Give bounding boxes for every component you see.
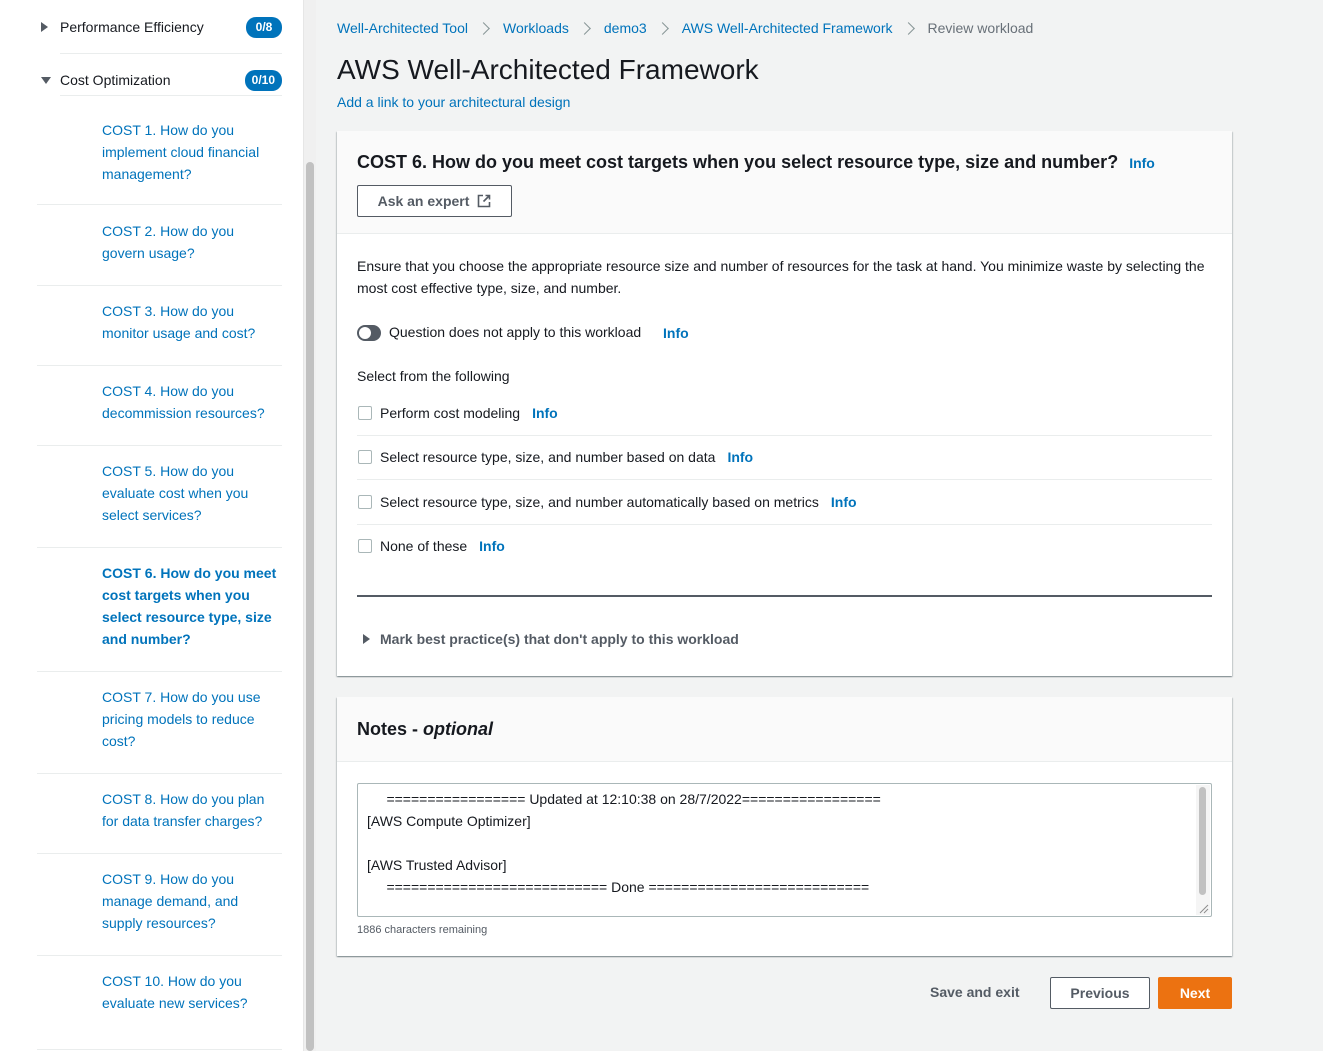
question-link-active[interactable]: COST 6. How do you meet cost targets whe… [102, 562, 278, 650]
choice-label: Perform cost modeling [380, 405, 521, 421]
characters-remaining: 1886 characters remaining [357, 924, 488, 936]
choice-perform-cost-modeling[interactable]: Perform cost modeling Info [357, 391, 1212, 435]
sidebar: Performance Efficiency 0/8 Cost Optimiza… [0, 0, 303, 1051]
chevron-right-icon [578, 21, 591, 35]
info-link[interactable]: Info [479, 538, 505, 554]
choice-none-of-these[interactable]: None of these Info [357, 524, 1212, 568]
question-link[interactable]: COST 1. How do you implement cloud finan… [102, 119, 278, 185]
breadcrumb: Well-Architected Tool Workloads demo3 AW… [337, 17, 1033, 39]
caret-right-icon [363, 634, 370, 644]
checkbox[interactable] [358, 495, 372, 509]
info-link[interactable]: Info [727, 449, 753, 465]
sidebar-question-cost-7: COST 7. How do you use pricing models to… [37, 672, 282, 774]
pillar-performance-efficiency[interactable]: Performance Efficiency 0/8 [37, 7, 282, 47]
choice-label: Select resource type, size, and number b… [380, 449, 716, 465]
notes-title-optional: optional [423, 719, 494, 739]
breadcrumb-link[interactable]: demo3 [604, 20, 647, 36]
mark-not-applicable-expander[interactable]: Mark best practice(s) that don't apply t… [363, 631, 739, 647]
info-link[interactable]: Info [532, 405, 558, 421]
sidebar-question-cost-6: COST 6. How do you meet cost targets whe… [37, 548, 282, 672]
breadcrumb-link[interactable]: Workloads [503, 20, 569, 36]
progress-badge: 0/10 [244, 69, 282, 91]
notes-panel: Notes - optional ================= Updat… [337, 697, 1232, 956]
sidebar-question-cost-5: COST 5. How do you evaluate cost when yo… [37, 446, 282, 548]
ask-an-expert-label: Ask an expert [377, 193, 470, 209]
chevron-right-icon [901, 21, 915, 35]
checkbox[interactable] [358, 450, 372, 464]
question-link[interactable]: COST 4. How do you decommission resource… [102, 380, 278, 424]
question-link[interactable]: COST 10. How do you evaluate new service… [102, 970, 278, 1014]
ask-an-expert-button[interactable]: Ask an expert [357, 185, 512, 217]
architectural-design-link[interactable]: Add a link to your architectural design [337, 94, 570, 110]
question-link[interactable]: COST 2. How do you govern usage? [102, 220, 278, 264]
save-and-exit-button[interactable]: Save and exit [930, 984, 1020, 1000]
progress-badge: 0/8 [246, 16, 282, 38]
notes-textarea[interactable]: ================= Updated at 12:10:38 on… [357, 783, 1212, 917]
caret-right-icon [41, 19, 57, 35]
previous-button[interactable]: Previous [1050, 977, 1150, 1009]
question-link[interactable]: COST 8. How do you plan for data transfe… [102, 788, 278, 832]
question-link[interactable]: COST 9. How do you manage demand, and su… [102, 868, 278, 934]
notes-title-text: Notes - [357, 719, 424, 739]
sidebar-question-cost-10: COST 10. How do you evaluate new service… [37, 956, 282, 1050]
question-title: COST 6. How do you meet cost targets whe… [357, 152, 1119, 172]
sidebar-question-cost-8: COST 8. How do you plan for data transfe… [37, 774, 282, 854]
info-link[interactable]: Info [1129, 155, 1155, 171]
pillar-cost-optimization[interactable]: Cost Optimization 0/10 [37, 60, 282, 100]
question-description: Ensure that you choose the appropriate r… [357, 258, 1205, 296]
chevron-right-icon [655, 21, 669, 35]
question-link[interactable]: COST 7. How do you use pricing models to… [102, 686, 278, 752]
caret-down-icon [41, 72, 57, 88]
question-link[interactable]: COST 5. How do you evaluate cost when yo… [102, 460, 278, 526]
next-button[interactable]: Next [1158, 977, 1232, 1009]
sidebar-question-cost-9: COST 9. How do you manage demand, and su… [37, 854, 282, 956]
choices-label: Select from the following [357, 368, 510, 384]
info-link[interactable]: Info [831, 494, 857, 510]
choice-select-based-on-data[interactable]: Select resource type, size, and number b… [357, 435, 1212, 479]
breadcrumb-current: Review workload [927, 20, 1034, 36]
divider [60, 53, 282, 54]
choice-label: Select resource type, size, and number a… [380, 494, 819, 510]
page-title: AWS Well-Architected Framework [337, 54, 759, 85]
sidebar-question-cost-4: COST 4. How do you decommission resource… [37, 366, 282, 446]
breadcrumb-link[interactable]: AWS Well-Architected Framework [682, 20, 893, 36]
choice-label: None of these [380, 538, 468, 554]
divider [357, 595, 1212, 597]
pillar-label: Cost Optimization [60, 72, 171, 88]
toggle-label: Question does not apply to this workload [389, 324, 642, 340]
sidebar-question-cost-2: COST 2. How do you govern usage? [37, 205, 282, 286]
question-panel: COST 6. How do you meet cost targets whe… [337, 131, 1232, 676]
question-header [337, 131, 1232, 234]
pillar-label: Performance Efficiency [60, 19, 204, 35]
choice-select-automatically-based-on-metrics[interactable]: Select resource type, size, and number a… [357, 480, 1212, 524]
question-not-applicable-toggle[interactable] [357, 325, 381, 341]
checkbox[interactable] [358, 539, 372, 553]
question-title-row: COST 6. How do you meet cost targets whe… [357, 152, 1155, 173]
external-link-icon [478, 194, 491, 208]
breadcrumb-link[interactable]: Well-Architected Tool [337, 20, 468, 36]
notes-scrollbar-thumb[interactable] [1199, 787, 1206, 895]
question-link[interactable]: COST 3. How do you monitor usage and cos… [102, 300, 278, 344]
chevron-right-icon [477, 21, 490, 35]
sidebar-question-cost-3: COST 3. How do you monitor usage and cos… [37, 286, 282, 366]
checkbox[interactable] [358, 406, 372, 420]
expander-label: Mark best practice(s) that don't apply t… [380, 631, 739, 647]
info-link[interactable]: Info [663, 325, 689, 341]
notes-title: Notes - optional [357, 719, 493, 740]
notes-scrollbar[interactable] [1196, 785, 1210, 915]
resize-grip-icon[interactable] [1199, 904, 1209, 914]
sidebar-question-cost-1: COST 1. How do you implement cloud finan… [37, 96, 282, 205]
notes-content: ================= Updated at 12:10:38 on… [367, 791, 881, 895]
toggle-knob [359, 327, 371, 339]
sidebar-scrollbar-thumb[interactable] [306, 162, 314, 1051]
